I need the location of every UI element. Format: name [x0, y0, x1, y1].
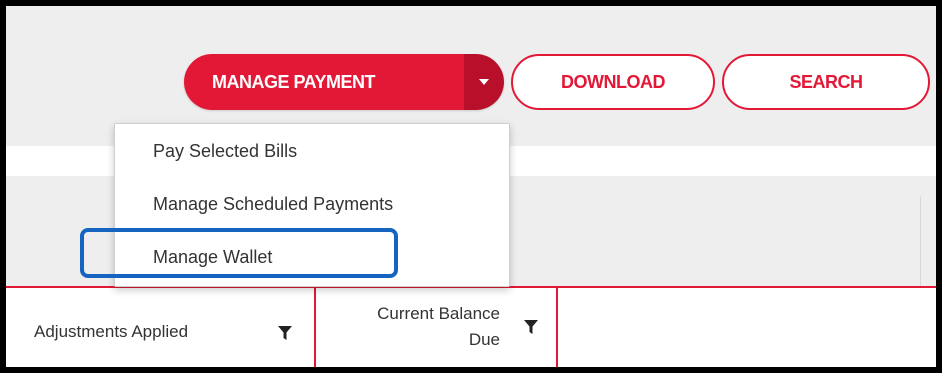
- filter-icon[interactable]: [524, 320, 538, 334]
- chevron-down-icon: [479, 79, 489, 85]
- column-label-line2: Due: [468, 330, 500, 349]
- screenshot-frame: MANAGE PAYMENT DOWNLOAD SEARCH Adjustmen…: [6, 6, 936, 367]
- menu-item-pay-selected-bills[interactable]: Pay Selected Bills: [153, 141, 297, 162]
- download-button[interactable]: DOWNLOAD: [511, 54, 715, 110]
- column-header-current-balance-due[interactable]: Current Balance Due: [330, 301, 500, 353]
- manage-payment-split-button: MANAGE PAYMENT: [184, 54, 504, 110]
- column-separator: [556, 286, 558, 367]
- manage-payment-button[interactable]: MANAGE PAYMENT: [184, 54, 464, 110]
- manage-payment-dropdown-toggle[interactable]: [464, 54, 504, 110]
- menu-item-manage-scheduled-payments[interactable]: Manage Scheduled Payments: [153, 194, 393, 215]
- column-divider: [920, 196, 921, 286]
- highlight-annotation: [80, 228, 398, 278]
- search-button[interactable]: SEARCH: [722, 54, 930, 110]
- column-label: Adjustments Applied: [34, 322, 189, 341]
- column-label-line1: Current Balance: [377, 304, 500, 323]
- filter-icon[interactable]: [278, 326, 292, 340]
- column-separator: [314, 286, 316, 367]
- column-header-adjustments-applied[interactable]: Adjustments Applied: [34, 322, 188, 342]
